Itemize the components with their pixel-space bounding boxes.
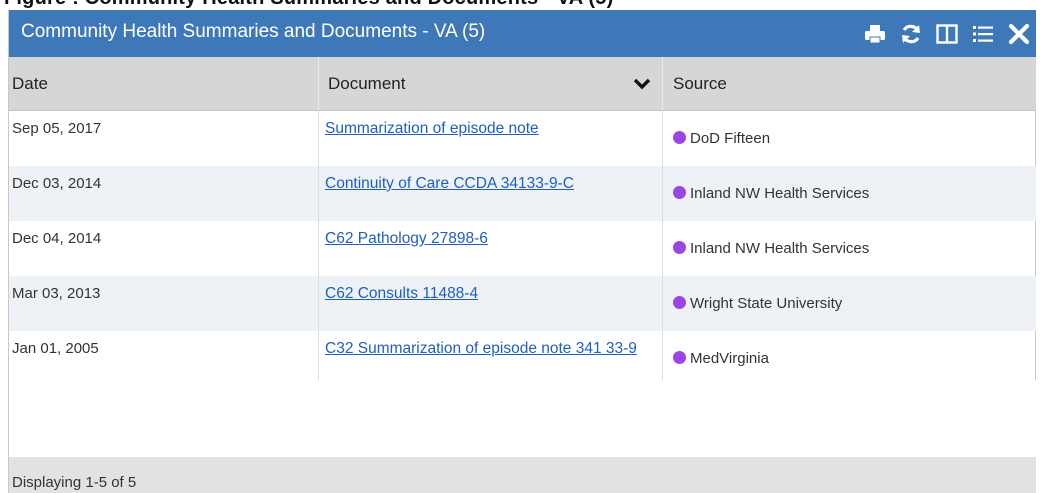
refresh-button[interactable] <box>898 21 924 47</box>
source-dot-icon <box>673 351 686 364</box>
columns-icon <box>936 24 958 44</box>
source-label: Inland NW Health Services <box>690 185 870 202</box>
document-link[interactable]: Summarization of episode note <box>325 120 539 137</box>
close-icon <box>1008 23 1030 45</box>
document-link[interactable]: C62 Pathology 27898-6 <box>325 230 488 247</box>
source-label: MedVirginia <box>690 350 769 367</box>
list-icon <box>973 26 993 42</box>
table-row[interactable]: Dec 03, 2014 Continuity of Care CCDA 341… <box>9 166 1036 221</box>
row-source: Inland NW Health Services <box>662 221 1036 276</box>
refresh-icon <box>902 24 920 44</box>
row-date: Sep 05, 2017 <box>12 120 102 137</box>
source-label: Wright State University <box>690 295 843 312</box>
panel-toolbar <box>862 19 1032 49</box>
row-document: Continuity of Care CCDA 34133-9-C <box>318 166 662 221</box>
table-row[interactable]: Dec 04, 2014 C62 Pathology 27898-6 Inlan… <box>9 221 1036 276</box>
row-document: Summarization of episode note <box>318 111 662 166</box>
print-button[interactable] <box>862 21 888 47</box>
table-empty-space <box>9 380 1036 457</box>
panel-title-bar: Community Health Summaries and Documents… <box>9 10 1036 57</box>
source-label: Inland NW Health Services <box>690 240 870 257</box>
column-header-date[interactable]: Date <box>9 57 318 111</box>
source-dot-icon <box>673 241 686 254</box>
document-link[interactable]: Continuity of Care CCDA 34133-9-C <box>325 175 574 192</box>
community-health-panel: Community Health Summaries and Documents… <box>8 10 1036 493</box>
row-source: DoD Fifteen <box>662 111 1036 166</box>
print-icon <box>865 25 885 44</box>
page-heading: Figure : Community Health Summaries and … <box>0 0 1040 10</box>
table-row[interactable]: Sep 05, 2017 Summarization of episode no… <box>9 111 1036 166</box>
columns-button[interactable] <box>934 21 960 47</box>
row-date: Dec 04, 2014 <box>12 230 102 247</box>
row-date: Dec 03, 2014 <box>12 175 102 192</box>
table-body: Sep 05, 2017 Summarization of episode no… <box>9 111 1036 389</box>
panel-title: Community Health Summaries and Documents… <box>21 21 486 42</box>
chevron-down-icon[interactable] <box>632 74 652 94</box>
column-header-document[interactable]: Document <box>318 57 662 111</box>
close-button[interactable] <box>1006 21 1032 47</box>
page-heading-text: Figure : Community Health Summaries and … <box>4 0 613 10</box>
column-header-document-label: Document <box>328 74 406 93</box>
row-document: C62 Pathology 27898-6 <box>318 221 662 276</box>
table-header: Date Document Source <box>9 57 1036 111</box>
document-link[interactable]: C32 Summarization of episode note 341 33… <box>325 340 637 357</box>
row-source: Wright State University <box>662 276 1036 331</box>
row-date: Mar 03, 2013 <box>12 285 101 302</box>
source-label: DoD Fifteen <box>690 130 771 147</box>
row-source: Inland NW Health Services <box>662 166 1036 221</box>
list-button[interactable] <box>970 21 996 47</box>
table-footer: Displaying 1-5 of 5 <box>9 457 1036 493</box>
table-row[interactable]: Mar 03, 2013 C62 Consults 11488-4 Wright… <box>9 276 1036 331</box>
row-document: C62 Consults 11488-4 <box>318 276 662 331</box>
source-dot-icon <box>673 131 686 144</box>
source-dot-icon <box>673 186 686 199</box>
document-link[interactable]: C62 Consults 11488-4 <box>325 285 478 302</box>
source-dot-icon <box>673 296 686 309</box>
pagination-status: Displaying 1-5 of 5 <box>12 474 137 491</box>
column-header-source[interactable]: Source <box>662 57 1036 111</box>
